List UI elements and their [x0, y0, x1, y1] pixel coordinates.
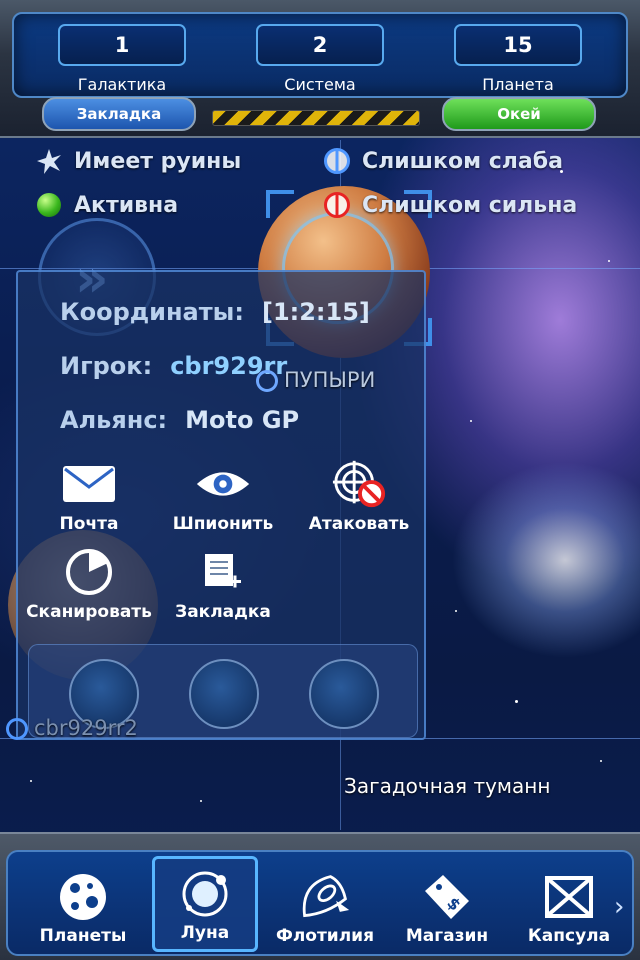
peace-red-icon	[322, 190, 352, 220]
bookmark-tab-button[interactable]: Закладка	[42, 97, 196, 131]
action-label: Шпионить	[172, 514, 274, 534]
envelope-icon	[61, 460, 117, 508]
player-row: Игрок: cbr929rr	[60, 352, 287, 380]
bookmark-button[interactable]: Закладка	[158, 548, 288, 622]
system-field[interactable]: 2	[256, 24, 384, 66]
legend-label: Слишком слаба	[362, 148, 563, 174]
galaxy-label: Галактика	[77, 75, 167, 94]
system-label: Система	[284, 75, 356, 94]
legend-too-weak: Слишком слаба	[322, 146, 563, 176]
ruins-icon	[34, 146, 64, 176]
star	[600, 760, 602, 762]
planet-field[interactable]: 15	[454, 24, 582, 66]
legend-label: Активна	[74, 192, 179, 218]
bottom-nav-bar: Планеты Луна Флотилия $ Магазин Капсула	[0, 832, 640, 960]
nebula-label[interactable]: Загадочная туманн	[344, 774, 550, 798]
moon-orbit-icon	[179, 869, 231, 919]
star	[608, 260, 610, 262]
planet-info-panel: Координаты: [1:2:15] Игрок: cbr929rr Альян…	[16, 270, 426, 740]
planet-owner-label[interactable]: ПУПЫРИ	[256, 368, 375, 392]
legend-label: Имеет руины	[74, 148, 242, 174]
nav-label: Флотилия	[275, 926, 375, 946]
mail-button[interactable]: Почта	[24, 460, 154, 534]
eye-icon	[195, 460, 251, 508]
rocket-icon	[299, 872, 351, 922]
action-label: Почта	[59, 514, 119, 534]
star	[200, 800, 202, 802]
peace-blue-icon	[256, 370, 278, 392]
planet-label: Планета	[482, 75, 554, 94]
coordinates-panel: 1 2 15 Галактика Система Планета Закладк…	[0, 0, 640, 138]
star	[455, 610, 457, 612]
nav-shop[interactable]: $ Магазин	[394, 856, 500, 952]
nav-fleet[interactable]: Флотилия	[272, 856, 378, 952]
nav-label: Капсула	[527, 926, 611, 946]
nav-label: Луна	[180, 923, 230, 943]
legend-ruins: Имеет руины	[34, 146, 241, 176]
player-label: Игрок:	[60, 352, 153, 380]
selection-bracket	[266, 190, 294, 218]
nav-capsule[interactable]: Капсула	[516, 856, 622, 952]
peace-blue-icon	[322, 146, 352, 176]
radar-icon	[61, 548, 117, 596]
legend-label: Слишком сильна	[362, 192, 578, 218]
action-label: Атаковать	[308, 514, 410, 534]
moon-owner-label[interactable]: cbr929rr2	[6, 716, 138, 740]
green-dot-icon	[34, 190, 64, 220]
action-label: Сканировать	[26, 602, 152, 622]
crosshair-icon	[331, 460, 387, 508]
nav-planets[interactable]: Планеты	[30, 856, 136, 952]
alliance-value: Moto GP	[185, 406, 300, 434]
planet-icon	[57, 872, 109, 922]
coordinates-label: Координаты:	[60, 298, 244, 326]
alliance-row: Альянс: Moto GP	[60, 406, 299, 434]
coordinates-value: [1:2:15]	[261, 298, 370, 326]
bottom-nav-inner: Планеты Луна Флотилия $ Магазин Капсула	[6, 850, 634, 956]
legend-active: Активна	[34, 190, 178, 220]
owner-name: cbr929rr2	[34, 716, 138, 740]
nav-label: Планеты	[39, 926, 127, 946]
chevron-right-icon[interactable]: ›	[614, 892, 624, 922]
coordinates-row: Координаты: [1:2:15]	[60, 298, 370, 326]
alliance-label: Альянс:	[60, 406, 168, 434]
peace-blue-icon	[6, 718, 28, 740]
legend-too-strong: Слишком сильна	[322, 190, 577, 220]
nav-label: Магазин	[405, 926, 489, 946]
attack-button[interactable]: Атаковать	[294, 460, 424, 534]
nav-moon[interactable]: Луна	[152, 856, 258, 952]
action-label: Закладка	[175, 602, 271, 622]
add-bookmark-icon	[195, 548, 251, 596]
scan-button[interactable]: Сканировать	[24, 548, 154, 622]
spy-button[interactable]: Шпионить	[158, 460, 288, 534]
galaxy-field[interactable]: 1	[58, 24, 186, 66]
empty-slot[interactable]	[189, 659, 259, 729]
crate-icon	[543, 872, 595, 922]
star	[515, 700, 518, 703]
star	[470, 420, 472, 422]
hazard-stripe	[212, 110, 420, 126]
empty-slot[interactable]	[309, 659, 379, 729]
star	[30, 780, 32, 782]
ok-button[interactable]: Окей	[442, 97, 596, 131]
price-tag-icon: $	[421, 872, 473, 922]
owner-name: ПУПЫРИ	[284, 368, 376, 392]
